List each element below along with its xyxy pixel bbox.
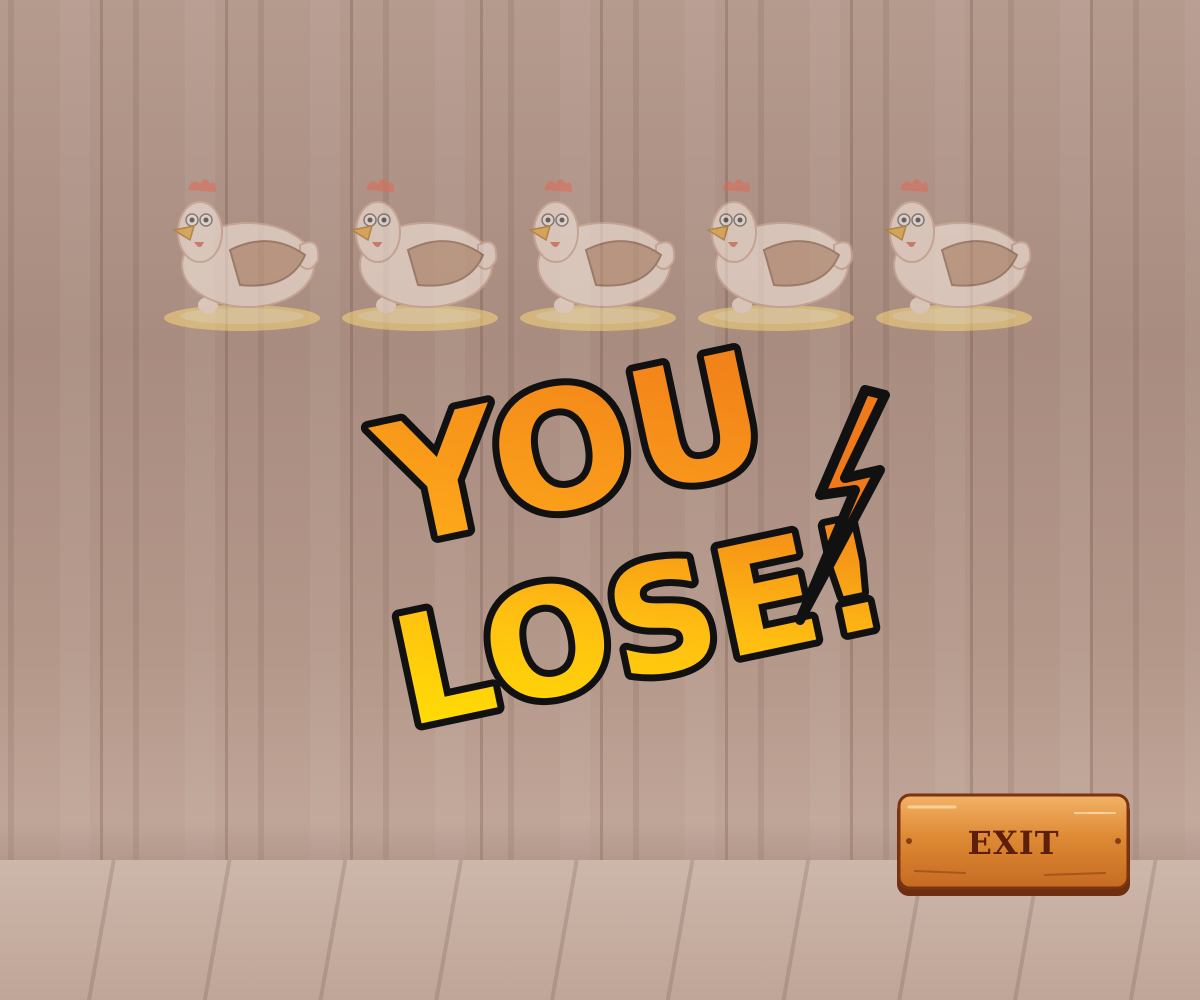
plank-seam	[225, 0, 228, 860]
hen-icon	[342, 179, 498, 331]
hen-icon	[164, 179, 320, 331]
you-lose-title: YOU LOSE!	[354, 320, 900, 740]
hen-icon	[876, 179, 1032, 331]
hen-row	[160, 170, 1050, 340]
hen-icon	[520, 179, 676, 331]
exit-button-label: EXIT	[967, 824, 1060, 862]
game-over-screen: YOU LOSE! EXIT	[0, 0, 1200, 1000]
exit-button[interactable]: EXIT	[895, 793, 1132, 898]
plank-seam	[1090, 0, 1093, 860]
plank-seam	[100, 0, 103, 860]
plank-seam	[970, 0, 973, 860]
hen-icon	[698, 179, 854, 331]
